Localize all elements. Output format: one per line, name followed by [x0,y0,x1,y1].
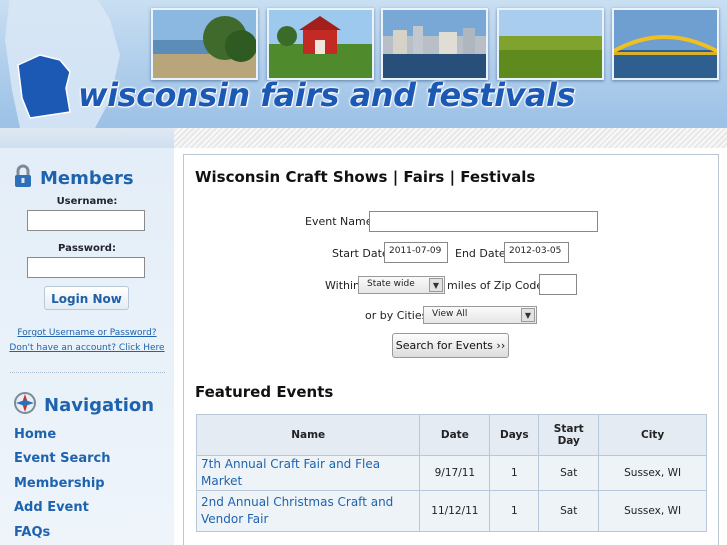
username-field[interactable] [27,210,145,231]
password-label: Password: [58,243,116,254]
city-skyline-photo [381,8,488,80]
table-row[interactable]: 2nd Annual Christmas Craft and Vendor Fa… [195,490,707,532]
forgot-credentials-link[interactable]: Forgot Username or Password? [0,328,174,338]
event-days: 1 [489,455,540,491]
signup-link[interactable]: Don't have an account? Click Here [0,343,174,353]
table-row[interactable]: 7th Annual Craft Fair and Flea Market 9/… [195,455,707,491]
members-title: Members [40,168,134,189]
lock-icon [12,164,34,193]
zip-code-label: miles of Zip Code: [447,279,547,292]
event-days: 1 [489,490,540,532]
start-date-label: Start Date [332,247,389,260]
end-date-input[interactable]: 2012-03-05 [504,242,569,263]
site-header: wisconsin fairs and festivals [0,0,727,128]
hoan-bridge-photo [612,8,719,80]
navigation-heading: Navigation [12,390,154,421]
search-events-button[interactable]: Search for Events ›› [392,333,509,358]
main-content: Wisconsin Craft Shows | Fairs | Festival… [183,154,719,545]
event-name-input[interactable] [369,211,598,232]
login-button[interactable]: Login Now [44,286,129,310]
username-label: Username: [56,196,118,207]
end-date-label: End Date [455,247,506,260]
featured-events-heading: Featured Events [195,383,334,401]
members-heading: Members [12,164,134,193]
header-divider-stripe [0,128,727,148]
navigation-title: Navigation [44,395,155,416]
page-title: Wisconsin Craft Shows | Fairs | Festival… [195,168,536,186]
col-header-name: Name [195,414,421,456]
table-header-row: Name Date Days Start Day City [195,414,707,456]
sidebar: Members Username: Password: Login Now Fo… [0,148,174,545]
within-select-value: State wide [367,279,415,289]
event-date: 11/12/11 [419,490,491,532]
compass-icon [12,390,38,421]
col-header-start-day: Start Day [538,414,600,456]
nav-membership[interactable]: Membership [14,476,105,491]
within-select[interactable]: State wide ▼ [358,276,445,294]
event-start-day: Sat [538,455,600,491]
lakeshore-photo [151,8,258,80]
event-name-link[interactable]: 7th Annual Craft Fair and Flea Market [195,455,421,491]
col-header-city: City [598,414,707,456]
site-title[interactable]: wisconsin fairs and festivals [78,76,576,114]
chevron-down-icon[interactable]: ▼ [521,308,535,322]
nav-faqs[interactable]: FAQs [14,525,50,540]
nav-event-search[interactable]: Event Search [14,451,111,466]
chevron-down-icon[interactable]: ▼ [429,278,443,292]
cornfield-photo [497,8,604,80]
event-city: Sussex, WI [598,455,707,491]
cities-select[interactable]: View All ▼ [423,306,537,324]
nav-home[interactable]: Home [14,427,56,442]
sidebar-top-strip [0,128,174,148]
red-barn-photo [267,8,374,80]
col-header-days: Days [489,414,540,456]
zip-code-input[interactable] [539,274,577,295]
event-name-link[interactable]: 2nd Annual Christmas Craft and Vendor Fa… [195,490,421,532]
event-date: 9/17/11 [419,455,491,491]
within-label: Within [325,279,361,292]
nav-add-event[interactable]: Add Event [14,500,89,515]
event-start-day: Sat [538,490,600,532]
event-name-label: Event Name [305,215,373,228]
event-city: Sussex, WI [598,490,707,532]
start-date-input[interactable]: 2011-07-09 [384,242,448,263]
sidebar-divider [10,372,165,373]
password-field[interactable] [27,257,145,278]
cities-label: or by Cities [365,309,428,322]
cities-select-value: View All [432,309,468,319]
featured-events-table: Name Date Days Start Day City 7th Annual… [195,414,707,532]
col-header-date: Date [419,414,491,456]
